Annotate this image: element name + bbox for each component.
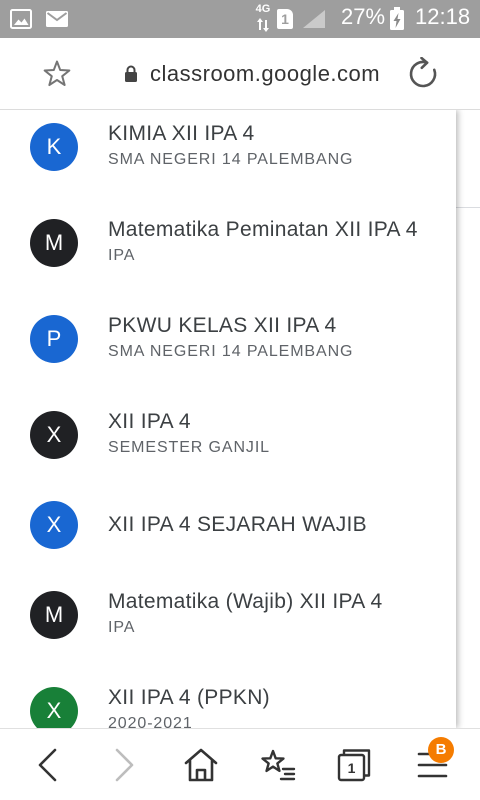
class-avatar: P (30, 315, 78, 363)
class-title: Matematika Peminatan XII IPA 4 (108, 218, 418, 241)
class-text: XII IPA 4 SEJARAH WAJIB (108, 512, 367, 538)
class-title: XII IPA 4 (108, 410, 191, 433)
class-title: XII IPA 4 (PPKN) (108, 686, 270, 709)
class-text: PKWU KELAS XII IPA 4 SMA NEGERI 14 PALEM… (108, 313, 353, 365)
lock-icon[interactable] (124, 65, 138, 83)
class-subtitle: SEMESTER GANJIL (108, 439, 270, 456)
class-item[interactable]: X XII IPA 4 SEJARAH WAJIB (0, 483, 456, 567)
battery-charging-icon (390, 7, 404, 30)
home-button[interactable] (183, 747, 219, 783)
class-text: XII IPA 4 SEMESTER GANJIL (108, 409, 270, 461)
browser-bottom-nav: 1 B (0, 728, 480, 800)
class-avatar: M (30, 591, 78, 639)
class-subtitle: SMA NEGERI 14 PALEMBANG (108, 343, 354, 360)
class-text: XII IPA 4 (PPKN) 2020-2021 (108, 685, 270, 728)
class-subtitle: IPA (108, 619, 136, 636)
network-type-label: 4G (255, 3, 271, 15)
class-title: PKWU KELAS XII IPA 4 (108, 314, 337, 337)
home-icon (184, 748, 218, 782)
url-field[interactable]: classroom.google.com (150, 59, 380, 89)
image-icon (10, 9, 32, 29)
back-icon (38, 748, 57, 782)
class-text: Matematika Peminatan XII IPA 4 IPA (108, 217, 418, 269)
tabs-button[interactable]: 1 (336, 747, 372, 783)
class-avatar: K (30, 123, 78, 171)
menu-badge: B (428, 737, 454, 763)
class-item[interactable]: M Matematika Peminatan XII IPA 4 IPA (0, 195, 456, 291)
data-arrows-icon (257, 18, 269, 32)
class-drawer: K KIMIA XII IPA 4 SMA NEGERI 14 PALEMBAN… (0, 110, 456, 728)
class-item[interactable]: P PKWU KELAS XII IPA 4 SMA NEGERI 14 PAL… (0, 291, 456, 387)
class-title: KIMIA XII IPA 4 (108, 122, 255, 145)
class-title: Matematika (Wajib) XII IPA 4 (108, 590, 383, 613)
class-text: Matematika (Wajib) XII IPA 4 IPA (108, 589, 382, 641)
signal-icon (303, 10, 325, 28)
reload-icon[interactable] (406, 57, 440, 91)
network-indicator: 4G (254, 3, 272, 35)
battery-percentage: 27% (341, 4, 386, 29)
class-title: XII IPA 4 SEJARAH WAJIB (108, 513, 367, 536)
class-avatar: X (30, 411, 78, 459)
forward-icon (115, 748, 134, 782)
class-list: K KIMIA XII IPA 4 SMA NEGERI 14 PALEMBAN… (0, 110, 456, 728)
class-item[interactable]: X XII IPA 4 SEMESTER GANJIL (0, 387, 456, 483)
menu-button[interactable]: B (414, 737, 454, 783)
bookmarks-icon (261, 749, 296, 781)
class-subtitle: SMA NEGERI 14 PALEMBANG (108, 151, 354, 168)
forward-button[interactable] (106, 747, 142, 783)
bookmarks-button[interactable] (260, 747, 296, 783)
address-bar: classroom.google.com (0, 38, 480, 110)
star-icon[interactable] (41, 58, 73, 90)
class-item[interactable]: K KIMIA XII IPA 4 SMA NEGERI 14 PALEMBAN… (0, 110, 456, 195)
class-subtitle: IPA (108, 247, 136, 264)
back-button[interactable] (29, 747, 65, 783)
tab-count: 1 (348, 760, 356, 776)
tabs-icon: 1 (337, 749, 371, 782)
class-item[interactable]: X XII IPA 4 (PPKN) 2020-2021 (0, 663, 456, 728)
class-avatar: X (30, 687, 78, 728)
sim-slot-indicator: 1 (277, 9, 293, 29)
class-subtitle: 2020-2021 (108, 715, 193, 728)
class-avatar: M (30, 219, 78, 267)
class-avatar: X (30, 501, 78, 549)
class-item[interactable]: M Matematika (Wajib) XII IPA 4 IPA (0, 567, 456, 663)
clock: 12:18 (415, 4, 471, 29)
status-bar: 4G 1 27% 12:18 (0, 0, 480, 38)
class-text: KIMIA XII IPA 4 SMA NEGERI 14 PALEMBANG (108, 121, 353, 173)
mail-icon (46, 11, 68, 27)
